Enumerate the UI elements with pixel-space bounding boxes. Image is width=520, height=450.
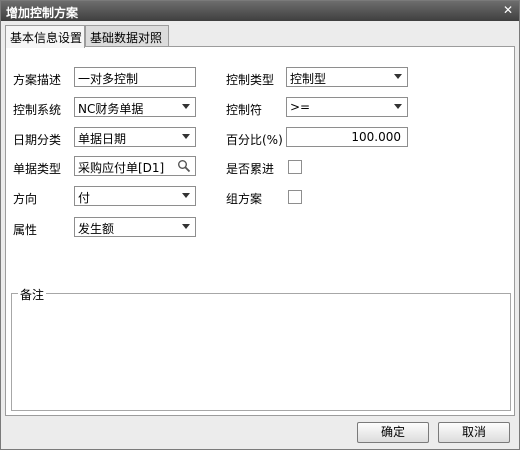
control-system-value: NC财务单据 [78,102,144,116]
cumulative-label: 是否累进 [226,162,275,176]
document-type-ref-field[interactable]: 采购应付单[D1] [74,156,196,176]
description-value: 一对多控制 [78,72,139,86]
date-category-value: 单据日期 [78,132,127,146]
chevron-down-icon[interactable] [394,104,402,109]
description-label: 方案描述 [13,73,62,87]
remarks-textarea[interactable]: 备注 [11,286,511,411]
description-input[interactable]: 一对多控制 [74,67,196,87]
dialog-window: 增加控制方案 ✕ 基本信息设置 基础数据对照 方案描述 一对多控制 控制系统 N… [0,0,520,450]
date-category-label: 日期分类 [13,133,62,147]
percentage-value: 100.000 [351,130,401,144]
remarks-label: 备注 [18,286,47,303]
control-operator-label: 控制符 [226,103,263,117]
control-system-label: 控制系统 [13,103,62,117]
search-icon[interactable] [177,159,191,173]
tab-basic-data-mapping[interactable]: 基础数据对照 [85,25,169,47]
chevron-down-icon[interactable] [182,104,190,109]
date-category-select[interactable]: 单据日期 [74,127,196,147]
basic-info-panel: 方案描述 一对多控制 控制系统 NC财务单据 日期分类 单据日期 单据类型 采购… [5,46,515,416]
chevron-down-icon[interactable] [394,74,402,79]
chevron-down-icon[interactable] [182,224,190,229]
direction-value: 付 [78,191,91,205]
group-scheme-label: 组方案 [226,192,263,206]
control-operator-select[interactable]: >= [286,97,408,117]
control-type-select[interactable]: 控制型 [286,67,408,87]
attribute-value: 发生额 [78,222,115,236]
dialog-title: 增加控制方案 [6,6,79,20]
cumulative-checkbox[interactable] [288,160,302,174]
tab-basic-info[interactable]: 基本信息设置 [5,25,85,48]
control-type-value: 控制型 [290,72,327,86]
ok-button[interactable]: 确定 [357,422,429,443]
percentage-label: 百分比(%) [226,133,283,147]
control-type-label: 控制类型 [226,73,275,87]
tab-bar: 基本信息设置 基础数据对照 [5,25,515,48]
close-icon[interactable]: ✕ [501,4,515,18]
control-operator-value: >= [290,100,311,114]
control-system-select[interactable]: NC财务单据 [74,97,196,117]
direction-label: 方向 [13,192,38,206]
attribute-select[interactable]: 发生额 [74,217,196,237]
title-bar[interactable]: 增加控制方案 ✕ [1,1,519,21]
document-type-value: 采购应付单[D1] [78,161,165,175]
percentage-input[interactable]: 100.000 [286,127,408,147]
document-type-label: 单据类型 [13,162,62,176]
attribute-label: 属性 [13,223,38,237]
direction-select[interactable]: 付 [74,186,196,206]
cancel-button[interactable]: 取消 [438,422,510,443]
chevron-down-icon[interactable] [182,193,190,198]
chevron-down-icon[interactable] [182,134,190,139]
group-scheme-checkbox[interactable] [288,190,302,204]
